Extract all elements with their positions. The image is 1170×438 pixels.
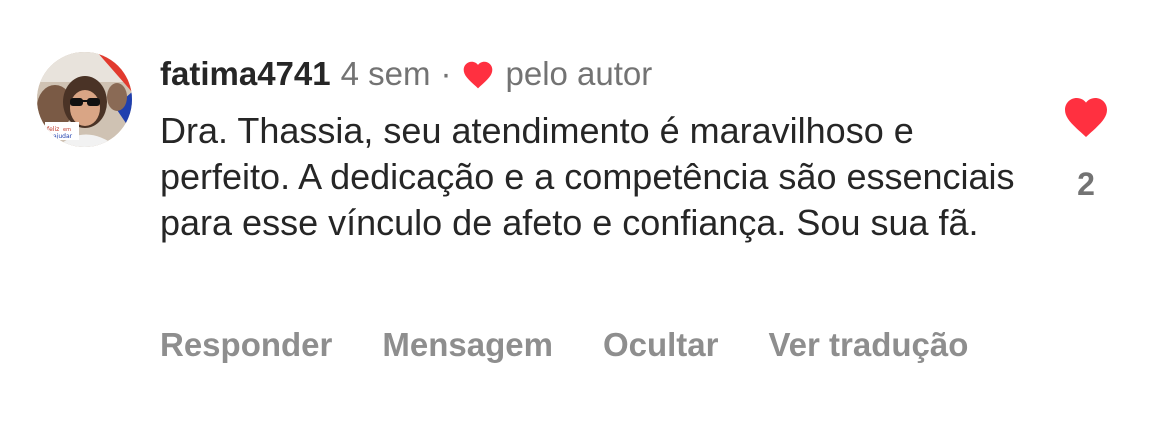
comment-text: Dra. Thassia, seu atendimento é maravilh… bbox=[160, 110, 1015, 243]
like-count[interactable]: 2 bbox=[1050, 166, 1122, 203]
separator-dot: · bbox=[440, 55, 452, 92]
username[interactable]: fatima4741 bbox=[160, 55, 331, 93]
liked-by-author-label: pelo autor bbox=[505, 55, 653, 92]
avatar-badge-line1: feliz bbox=[47, 126, 59, 133]
comment-item: feliz em ajudar fatima4741 4 sem · pelo … bbox=[0, 0, 1170, 438]
see-translation-button[interactable]: Ver tradução bbox=[768, 326, 968, 364]
like-heart-icon[interactable] bbox=[1062, 94, 1110, 138]
avatar-photo: feliz em ajudar bbox=[37, 52, 132, 147]
avatar[interactable]: feliz em ajudar bbox=[37, 52, 132, 147]
reply-button[interactable]: Responder bbox=[160, 326, 332, 364]
heart-icon bbox=[464, 61, 493, 89]
comment-header: fatima4741 4 sem · pelo autor bbox=[160, 52, 652, 96]
hide-button[interactable]: Ocultar bbox=[603, 326, 719, 364]
avatar-badge-line3: ajudar bbox=[53, 133, 73, 140]
timestamp: 4 sem bbox=[340, 55, 431, 92]
comment-actions: Responder Mensagem Ocultar Ver tradução bbox=[160, 326, 968, 364]
message-button[interactable]: Mensagem bbox=[382, 326, 553, 364]
